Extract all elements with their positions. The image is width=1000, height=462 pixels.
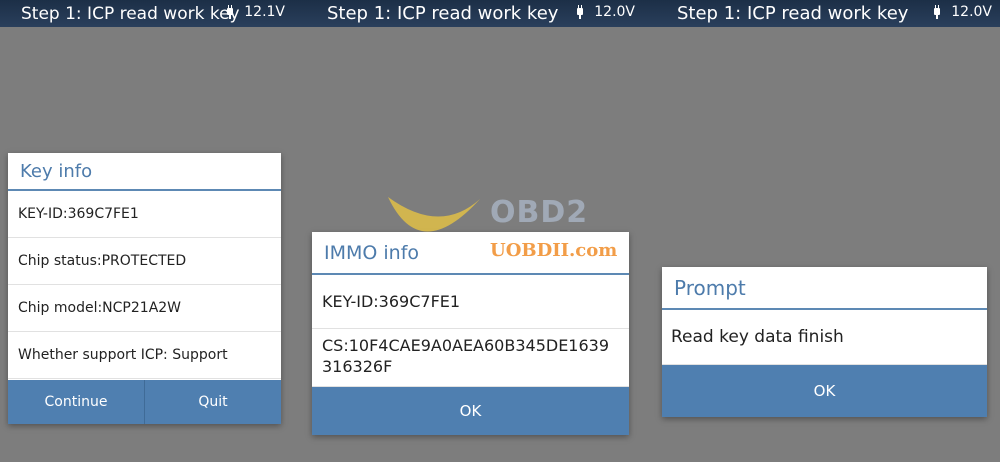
voltage-value: 12.0V bbox=[951, 4, 992, 20]
key-id-row: KEY-ID:369C7FE1 bbox=[8, 191, 281, 238]
ok-button[interactable]: OK bbox=[312, 387, 629, 435]
chip-status-row: Chip status:PROTECTED bbox=[8, 238, 281, 285]
icp-support-row: Whether support ICP: Support bbox=[8, 332, 281, 379]
screen-key-info: Step 1: ICP read work key 12.1V Key info… bbox=[0, 0, 293, 462]
voltage-indicator: 12.0V bbox=[933, 4, 992, 20]
voltage-indicator: 12.0V bbox=[576, 4, 635, 20]
cs-row: CS:10F4CAE9A0AEA60B345DE1639316326F bbox=[312, 329, 629, 387]
header-title: Step 1: ICP read work key bbox=[21, 3, 240, 24]
prompt-message: Read key data finish bbox=[662, 310, 987, 365]
dialog-button-bar: OK bbox=[312, 387, 629, 435]
plug-icon bbox=[576, 5, 584, 19]
plug-icon bbox=[933, 5, 941, 19]
dialog-title: Prompt bbox=[662, 267, 987, 310]
screen-prompt: Step 1: ICP read work key 12.0V Prompt R… bbox=[643, 0, 1000, 462]
screen-immo-info: Step 1: ICP read work key 12.0V IMMO inf… bbox=[293, 0, 643, 462]
key-info-dialog: Key info KEY-ID:369C7FE1 Chip status:PRO… bbox=[8, 153, 281, 424]
plug-icon bbox=[226, 5, 234, 19]
header-bar: Step 1: ICP read work key 12.1V bbox=[0, 0, 293, 27]
continue-button[interactable]: Continue bbox=[8, 380, 144, 424]
dialog-button-bar: Continue Quit bbox=[8, 380, 281, 424]
ok-button[interactable]: OK bbox=[662, 365, 987, 417]
dialog-button-bar: OK bbox=[662, 365, 987, 417]
header-bar: Step 1: ICP read work key 12.0V bbox=[643, 0, 1000, 27]
quit-button[interactable]: Quit bbox=[144, 380, 281, 424]
dialog-title: IMMO info bbox=[312, 232, 629, 275]
header-bar: Step 1: ICP read work key 12.0V bbox=[293, 0, 643, 27]
chip-model-row: Chip model:NCP21A2W bbox=[8, 285, 281, 332]
header-title: Step 1: ICP read work key bbox=[677, 3, 909, 24]
dialog-title: Key info bbox=[8, 153, 281, 191]
header-title: Step 1: ICP read work key bbox=[327, 3, 559, 24]
immo-info-dialog: IMMO info KEY-ID:369C7FE1 CS:10F4CAE9A0A… bbox=[312, 232, 629, 435]
voltage-value: 12.1V bbox=[244, 4, 285, 20]
key-id-row: KEY-ID:369C7FE1 bbox=[312, 275, 629, 329]
voltage-value: 12.0V bbox=[594, 4, 635, 20]
prompt-dialog: Prompt Read key data finish OK bbox=[662, 267, 987, 417]
voltage-indicator: 12.1V bbox=[226, 4, 285, 20]
